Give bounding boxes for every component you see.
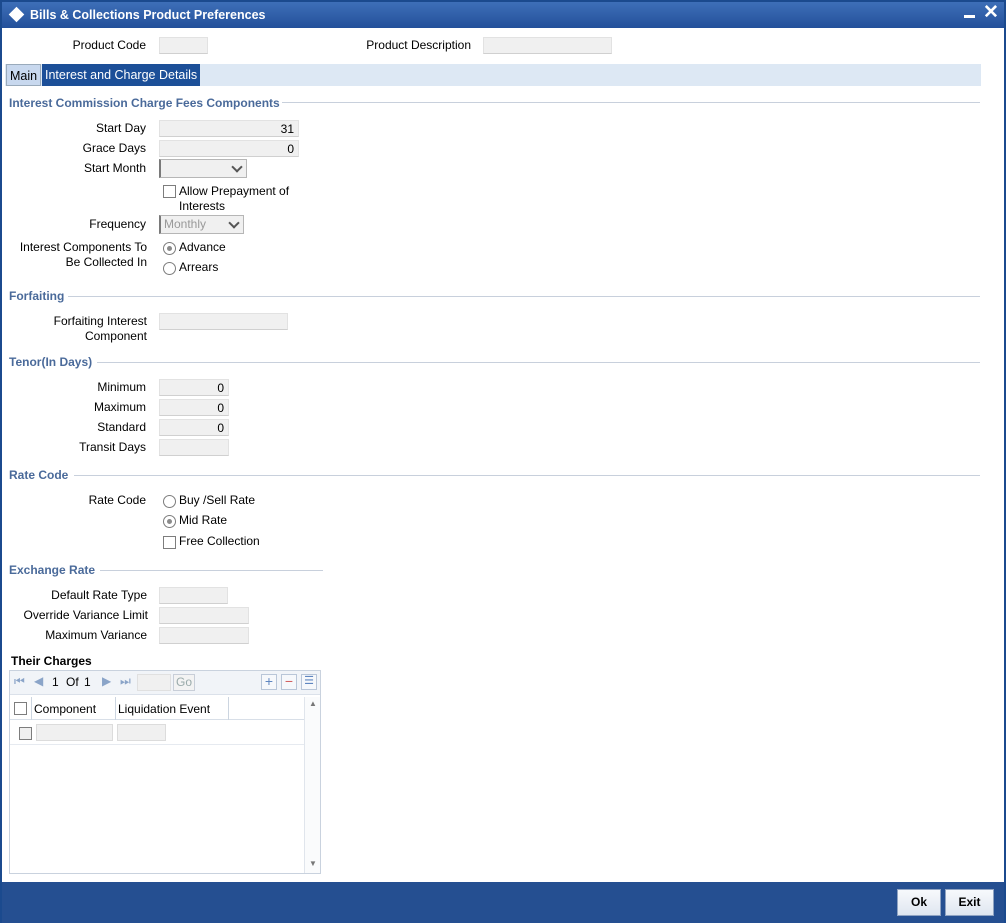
product-code-label: Product Code — [72, 38, 146, 52]
preferences-window: Bills & Collections Product Preferences … — [0, 0, 1006, 923]
frequency-label: Frequency — [89, 217, 146, 231]
list-view-icon[interactable]: ☰ — [301, 674, 317, 690]
next-page-icon[interactable]: ▶ — [102, 674, 111, 688]
section-divider — [68, 296, 980, 297]
title-bar: Bills & Collections Product Preferences … — [2, 2, 1004, 28]
window-title: Bills & Collections Product Preferences — [30, 8, 266, 22]
column-separator — [31, 697, 32, 720]
previous-page-icon[interactable]: ◀ — [34, 674, 43, 688]
free-collection-checkbox[interactable] — [163, 536, 176, 549]
chevron-down-icon — [231, 161, 243, 173]
footer-bar: Ok Exit — [2, 882, 1004, 923]
grace-days-label: Grace Days — [82, 141, 146, 155]
override-variance-limit-label: Override Variance Limit — [23, 608, 149, 622]
component-cell-field[interactable] — [36, 724, 113, 741]
start-month-select[interactable] — [159, 159, 247, 178]
last-page-icon[interactable]: ⏭ — [120, 674, 131, 689]
page-current: 1 — [52, 675, 59, 689]
standard-field[interactable]: 0 — [159, 419, 229, 436]
buy-sell-rate-radio[interactable] — [163, 495, 176, 508]
grid-toolbar: ⏮ ◀ 1 Of 1 ▶ ⏭ Go + − ☰ — [10, 671, 320, 695]
transit-days-field[interactable] — [159, 439, 229, 456]
exchange-rate-section-title: Exchange Rate — [9, 563, 96, 577]
grid-header: Component Liquidation Event — [10, 697, 304, 720]
allow-prepayment-label-line2: Interests — [179, 199, 226, 213]
forfaiting-component-label: Forfaiting Interest — [53, 314, 147, 328]
scroll-up-icon[interactable]: ▲ — [309, 699, 317, 708]
ok-button[interactable]: Ok — [897, 889, 941, 916]
tab-main[interactable]: Main — [6, 64, 42, 86]
liquidation-event-cell-field[interactable] — [117, 724, 166, 741]
minimum-field[interactable]: 0 — [159, 379, 229, 396]
override-variance-limit-field[interactable] — [159, 607, 249, 624]
start-day-label: Start Day — [95, 121, 146, 135]
forfaiting-component-field[interactable] — [159, 313, 288, 330]
default-rate-type-label: Default Rate Type — [51, 588, 147, 602]
chevron-down-icon — [228, 217, 240, 229]
allow-prepayment-label: Allow Prepayment of — [179, 184, 290, 198]
frequency-select[interactable]: Monthly — [159, 215, 244, 234]
column-liquidation-event[interactable]: Liquidation Event — [118, 702, 210, 716]
product-code-field[interactable] — [159, 37, 208, 54]
advance-radio[interactable] — [163, 242, 176, 255]
their-charges-title: Their Charges — [11, 654, 92, 668]
maximum-label: Maximum — [93, 400, 146, 414]
grid-scrollbar[interactable]: ▲ ▼ — [304, 697, 320, 873]
rate-code-label: Rate Code — [88, 493, 146, 507]
product-description-label: Product Description — [366, 38, 471, 52]
delete-row-icon[interactable]: − — [281, 674, 297, 690]
their-charges-grid: ⏮ ◀ 1 Of 1 ▶ ⏭ Go + − ☰ Component Liquid… — [9, 670, 321, 874]
arrears-label: Arrears — [179, 260, 219, 274]
exit-button[interactable]: Exit — [945, 889, 994, 916]
rate-code-section-title: Rate Code — [9, 468, 69, 482]
close-icon[interactable]: ✕ — [983, 2, 999, 24]
section-divider — [100, 570, 323, 571]
frequency-value: Monthly — [164, 217, 207, 231]
tab-interest-and-charge-details[interactable]: Interest and Charge Details — [42, 64, 201, 86]
interest-section-title: Interest Commission Charge Fees Componen… — [9, 96, 280, 110]
column-component[interactable]: Component — [34, 702, 96, 716]
table-row — [10, 721, 304, 745]
maximum-variance-field[interactable] — [159, 627, 249, 644]
interest-components-label-line2: Be Collected In — [65, 255, 147, 269]
start-day-field[interactable]: 31 — [159, 120, 299, 137]
section-divider — [97, 362, 980, 363]
grace-days-field[interactable]: 0 — [159, 140, 299, 157]
app-diamond-icon — [8, 6, 25, 23]
forfaiting-section-title: Forfaiting — [9, 289, 65, 303]
forfaiting-component-label-line2: Component — [84, 329, 147, 343]
tenor-section-title: Tenor(In Days) — [9, 355, 93, 369]
select-all-checkbox[interactable] — [14, 702, 27, 715]
default-rate-type-field[interactable] — [159, 587, 228, 604]
scroll-down-icon[interactable]: ▼ — [309, 859, 317, 868]
arrears-radio[interactable] — [163, 262, 176, 275]
row-checkbox[interactable] — [19, 727, 32, 740]
product-description-field[interactable] — [483, 37, 612, 54]
allow-prepayment-checkbox[interactable] — [163, 185, 176, 198]
section-divider — [74, 475, 980, 476]
page-number-input[interactable] — [137, 674, 171, 691]
maximum-variance-label: Maximum Variance — [45, 628, 147, 642]
go-button[interactable]: Go — [173, 674, 195, 691]
column-separator — [115, 697, 116, 720]
page-total: 1 — [84, 675, 91, 689]
advance-label: Advance — [179, 240, 226, 254]
section-divider — [282, 102, 980, 103]
column-separator — [228, 697, 229, 720]
mid-rate-radio[interactable] — [163, 515, 176, 528]
page-of: Of — [66, 675, 79, 689]
tab-bar: Main Interest and Charge Details — [5, 64, 981, 86]
standard-label: Standard — [97, 420, 146, 434]
interest-components-label: Interest Components To — [19, 240, 147, 254]
buy-sell-rate-label: Buy /Sell Rate — [179, 493, 256, 507]
add-row-icon[interactable]: + — [261, 674, 277, 690]
free-collection-label: Free Collection — [179, 534, 260, 548]
mid-rate-label: Mid Rate — [179, 513, 228, 527]
start-month-label: Start Month — [83, 161, 146, 175]
minimize-icon[interactable] — [964, 15, 975, 18]
maximum-field[interactable]: 0 — [159, 399, 229, 416]
first-page-icon[interactable]: ⏮ — [14, 674, 25, 689]
transit-days-label: Transit Days — [79, 440, 146, 454]
minimum-label: Minimum — [97, 380, 146, 394]
